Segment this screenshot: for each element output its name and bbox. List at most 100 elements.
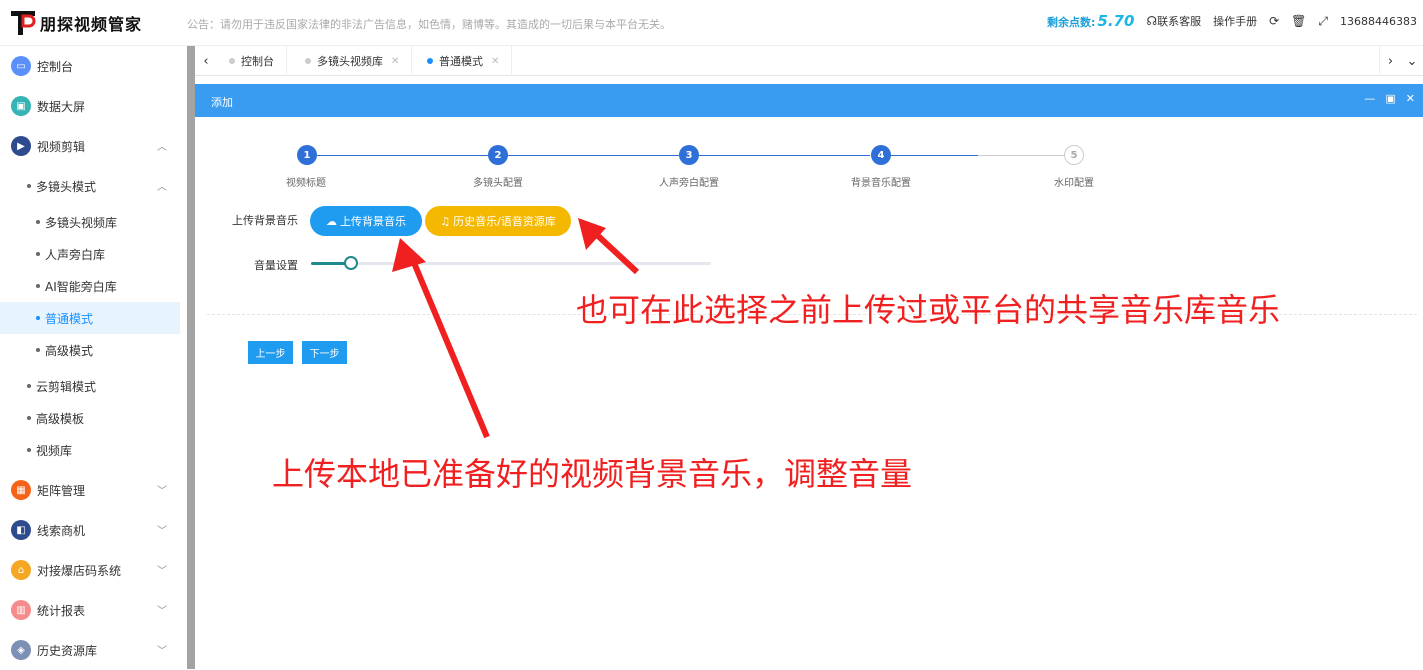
sidebar-item-shop-code[interactable]: ⌂ 对接爆店码系统 ﹀	[0, 550, 187, 590]
dialog-title: 添加	[211, 96, 233, 109]
sidebar-item-label: 多镜头视频库	[45, 215, 118, 230]
chevron-down-icon: ﹀	[157, 486, 167, 497]
sidebar-item-label: 高级模板	[36, 411, 85, 426]
bullet-dot	[27, 416, 31, 420]
chart-icon: ◧	[11, 520, 31, 540]
tab-menu-chevron-down-icon[interactable]: ⌄	[1401, 46, 1423, 76]
sidebar-scrollbar[interactable]	[187, 46, 195, 669]
sidebar-item-dashboard[interactable]: ▭ 控制台	[0, 46, 187, 86]
sidebar-item-cloud-edit[interactable]: 云剪辑模式	[0, 370, 180, 402]
bullet-dot	[27, 448, 31, 452]
tab-multi-lens-library[interactable]: 多镜头视频库 ✕	[293, 46, 413, 76]
dialog-header: 添加 — ▣ ✕	[195, 84, 1423, 117]
fullscreen-icon[interactable]: ⤢	[1318, 14, 1328, 29]
upload-music-button[interactable]: ☁ 上传背景音乐	[310, 206, 422, 236]
tab-normal-mode[interactable]: 普通模式 ✕	[415, 46, 513, 76]
step-3-label: 人声旁白配置	[659, 178, 719, 189]
tab-dot	[229, 58, 235, 64]
tab-scroll-right-icon[interactable]: ›	[1379, 46, 1401, 76]
tab-label: 多镜头视频库	[317, 55, 383, 68]
sidebar-item-label: 线索商机	[37, 523, 86, 538]
chevron-down-icon: ﹀	[157, 566, 167, 577]
sidebar-item-label: 统计报表	[37, 603, 86, 618]
tab-bar: ‹ 控制台 多镜头视频库 ✕ 普通模式 ✕ › ⌄	[195, 46, 1423, 76]
upload-music-button-label: 上传背景音乐	[340, 215, 406, 228]
chevron-up-icon: ︿	[157, 182, 167, 193]
sidebar-item-ai-voice-library[interactable]: AI智能旁白库	[0, 270, 180, 302]
minimize-icon[interactable]: —	[1364, 92, 1375, 105]
history-music-button[interactable]: ♫ 历史音乐/语音资源库	[425, 206, 571, 236]
sidebar-item-video-edit[interactable]: ▶ 视频剪辑 ︿	[0, 126, 187, 166]
header-actions: 剩余点数: 5.70 ☊联系客服 操作手册 ⟳ 🗑 ⤢ 13688446383	[1047, 12, 1417, 30]
refresh-icon[interactable]: ⟳	[1269, 14, 1279, 28]
user-phone[interactable]: 13688446383	[1340, 15, 1417, 28]
volume-slider-track[interactable]	[311, 262, 711, 265]
bullet-dot	[36, 252, 40, 256]
dialog-controls: — ▣ ✕	[1364, 92, 1415, 105]
step-5-node: 5	[1064, 145, 1084, 165]
volume-label: 音量设置	[254, 259, 298, 272]
annotation-history-tip: 也可在此选择之前上传过或平台的共享音乐库音乐	[576, 291, 1281, 329]
app-logo[interactable]: 朋探视频管家	[10, 9, 142, 37]
sidebar-item-label: 高级模式	[45, 343, 94, 358]
notice-text: 公告：请勿用于违反国家法律的非法广告信息，如色情，赌博等。其造成的一切后果与本平…	[187, 18, 671, 31]
sidebar-item-data-screen[interactable]: ▣ 数据大屏	[0, 86, 187, 126]
tab-scroll-left-icon[interactable]: ‹	[195, 46, 217, 76]
sidebar-item-label: 历史资源库	[37, 643, 98, 658]
contact-label: 联系客服	[1157, 15, 1202, 28]
sidebar-item-label: 普通模式	[45, 311, 94, 326]
layers-icon: ◈	[11, 640, 31, 660]
step-connector	[508, 155, 679, 156]
video-edit-icon: ▶	[11, 136, 31, 156]
sidebar-item-label: 对接爆店码系统	[37, 563, 122, 578]
points-label: 剩余点数:	[1047, 16, 1096, 29]
chevron-down-icon: ﹀	[157, 606, 167, 617]
sidebar-item-multi-lens[interactable]: 多镜头模式 ︿	[0, 170, 180, 202]
prev-step-button[interactable]: 上一步	[248, 341, 293, 364]
sidebar-item-normal-mode[interactable]: 普通模式	[0, 302, 180, 334]
sidebar-item-video-library[interactable]: 视频库	[0, 434, 180, 466]
step-4-label: 背景音乐配置	[851, 178, 911, 189]
cloud-upload-icon: ☁	[326, 214, 337, 228]
sidebar-item-label: 视频剪辑	[37, 139, 86, 154]
step-2-label: 多镜头配置	[473, 178, 523, 189]
history-music-button-label: 历史音乐/语音资源库	[453, 215, 556, 228]
sidebar-item-multi-lens-library[interactable]: 多镜头视频库	[0, 206, 180, 238]
bullet-dot	[36, 284, 40, 288]
shop-icon: ⌂	[11, 560, 31, 580]
chevron-down-icon: ﹀	[157, 646, 167, 657]
close-icon[interactable]: ✕	[391, 56, 399, 67]
sidebar-item-leads[interactable]: ◧ 线索商机 ﹀	[0, 510, 187, 550]
sidebar-item-reports[interactable]: ▥ 统计报表 ﹀	[0, 590, 187, 630]
sidebar-item-label: 控制台	[37, 59, 74, 74]
step-5-label: 水印配置	[1054, 178, 1094, 189]
logo-text: 朋探视频管家	[40, 15, 143, 34]
bar-icon: ▥	[11, 600, 31, 620]
step-connector	[890, 155, 978, 156]
trash-icon[interactable]: 🗑	[1291, 14, 1306, 28]
sidebar-item-history-library[interactable]: ◈ 历史资源库 ﹀	[0, 630, 187, 670]
maximize-icon[interactable]: ▣	[1385, 92, 1395, 105]
sidebar-item-label: 视频库	[36, 443, 73, 458]
step-3-node: 3	[679, 145, 699, 165]
bullet-dot	[27, 384, 31, 388]
next-step-button[interactable]: 下一步	[302, 341, 347, 364]
volume-slider-handle[interactable]	[344, 256, 358, 270]
sidebar-item-matrix[interactable]: ▦ 矩阵管理 ﹀	[0, 470, 187, 510]
step-1-label: 视频标题	[286, 178, 326, 189]
music-note-icon: ♫	[440, 214, 451, 228]
annotation-upload-tip: 上传本地已准备好的视频背景音乐，调整音量	[272, 455, 913, 493]
step-connector	[699, 155, 870, 156]
sidebar-item-label: 云剪辑模式	[36, 379, 97, 394]
manual-link[interactable]: 操作手册	[1213, 13, 1257, 29]
contact-link[interactable]: ☊联系客服	[1146, 13, 1201, 29]
close-icon[interactable]: ✕	[491, 56, 499, 67]
sidebar-item-advanced-mode[interactable]: 高级模式	[0, 334, 180, 366]
close-icon[interactable]: ✕	[1406, 92, 1415, 105]
bullet-dot	[36, 348, 40, 352]
bullet-dot	[36, 316, 40, 320]
upload-music-label: 上传背景音乐	[232, 214, 298, 227]
sidebar-item-voice-library[interactable]: 人声旁白库	[0, 238, 180, 270]
tab-dashboard[interactable]: 控制台	[217, 46, 287, 76]
sidebar-item-advanced-template[interactable]: 高级模板	[0, 402, 180, 434]
